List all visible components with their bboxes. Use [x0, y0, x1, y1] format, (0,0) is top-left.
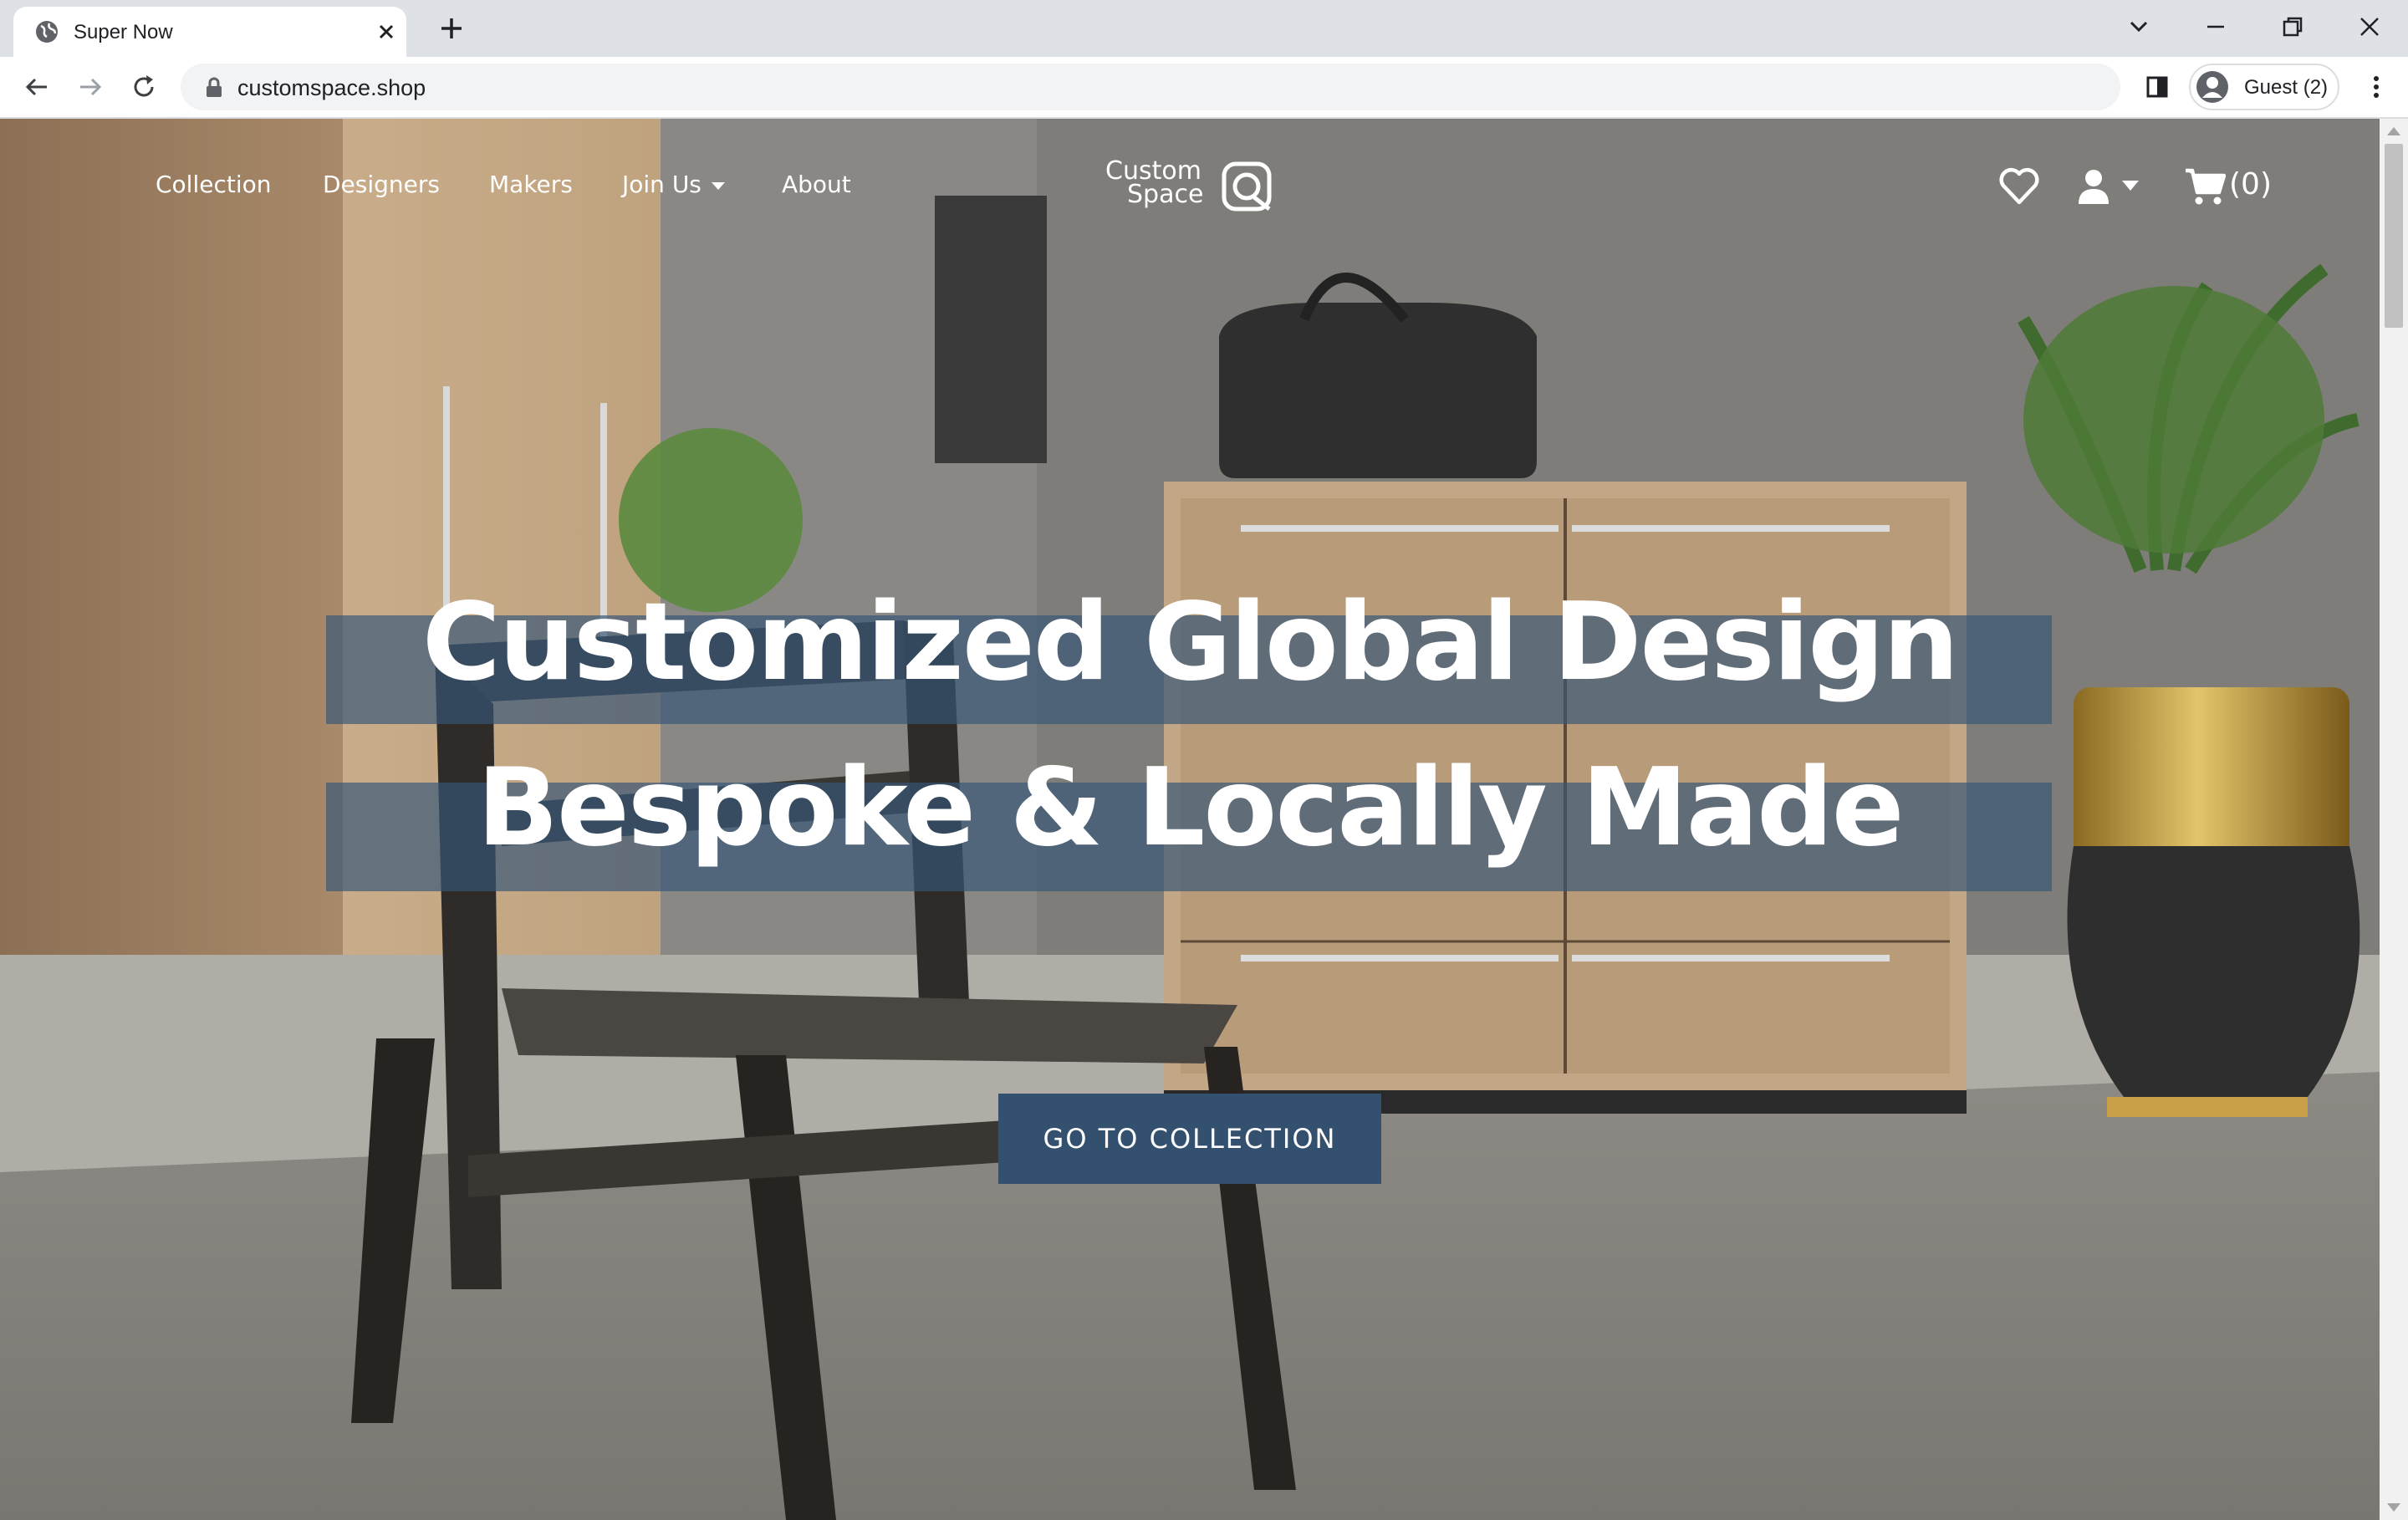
back-arrow-icon[interactable] [20, 70, 54, 104]
tab-search-chevron-down-icon[interactable] [2122, 10, 2155, 43]
caret-down-icon [2122, 181, 2139, 191]
restore-icon[interactable] [2276, 10, 2309, 43]
lock-icon [207, 77, 222, 97]
page-viewport: Collection Designers Makers Join Us Abou… [0, 119, 2380, 1520]
nav-collection-link[interactable]: Collection [156, 171, 272, 198]
new-tab-plus-icon[interactable] [435, 12, 468, 45]
minimize-icon[interactable] [2199, 10, 2232, 43]
site-logo[interactable]: Custom Space [1105, 157, 1273, 216]
tab-title: Super Now [74, 21, 173, 43]
nav-makers-link[interactable]: Makers [489, 171, 573, 198]
caret-down-icon [711, 181, 725, 190]
profile-label: Guest (2) [2244, 76, 2329, 99]
address-bar[interactable]: customspace.shop [181, 64, 2120, 110]
kebab-menu-icon[interactable] [2360, 70, 2393, 104]
shopping-cart-icon[interactable] [2184, 167, 2226, 206]
browser-toolbar: customspace.shop Guest (2) [0, 57, 2408, 119]
hero-headline-line1: Customized Global Design [421, 580, 1959, 705]
close-icon[interactable] [371, 17, 401, 47]
nav-join-us-label: Join Us [622, 171, 701, 198]
nav-join-us-dropdown[interactable]: Join Us [622, 171, 725, 198]
go-to-collection-button[interactable]: GO TO COLLECTION [998, 1094, 1381, 1184]
hero-headline-line2: Bespoke & Locally Made [477, 746, 1904, 870]
nav-designers-link[interactable]: Designers [323, 171, 440, 198]
forward-arrow-icon[interactable] [74, 70, 107, 104]
scroll-up-arrow-icon[interactable] [2386, 125, 2401, 137]
logo-text-line2: Space [1127, 180, 1204, 209]
scroll-down-arrow-icon[interactable] [2386, 1502, 2401, 1513]
account-dropdown[interactable] [2077, 167, 2142, 207]
url-text: customspace.shop [237, 75, 426, 100]
globe-icon [36, 21, 58, 43]
heart-wishlist-icon[interactable] [1998, 167, 2040, 206]
nav-about-link[interactable]: About [782, 171, 851, 198]
tab-strip: Super Now [0, 0, 2408, 57]
browser-tab[interactable]: Super Now [13, 7, 406, 57]
logo-mark-icon [1222, 161, 1272, 212]
window-close-icon[interactable] [2353, 10, 2386, 43]
avatar-icon [2196, 71, 2228, 103]
side-panel-icon[interactable] [2140, 70, 2174, 104]
user-icon [2079, 170, 2109, 204]
profile-button[interactable]: Guest (2) [2189, 64, 2339, 110]
reload-icon[interactable] [127, 70, 161, 104]
scrollbar-thumb[interactable] [2385, 144, 2403, 328]
cart-count: (0) [2229, 167, 2272, 201]
page-scrollbar[interactable] [2380, 119, 2408, 1520]
site-navbar: Collection Designers Makers Join Us Abou… [0, 119, 2380, 252]
